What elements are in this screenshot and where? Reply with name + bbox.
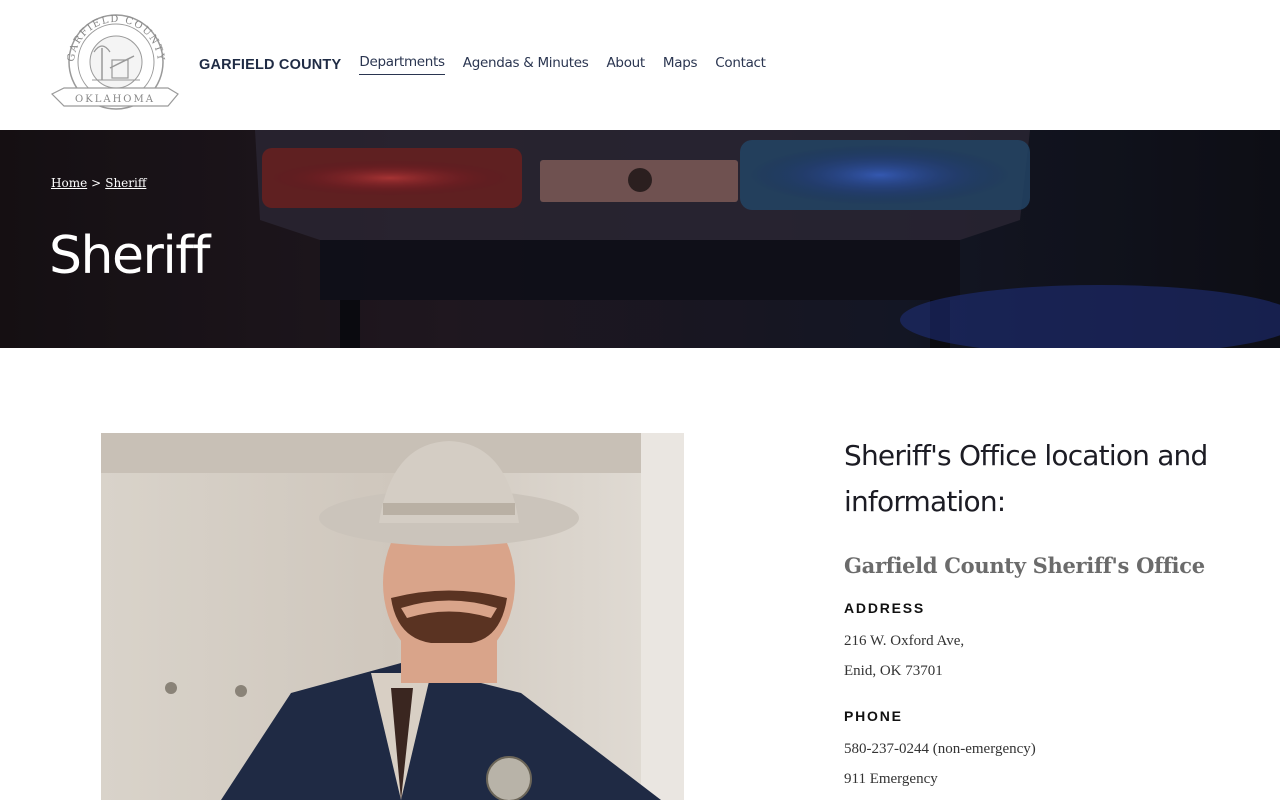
nav-departments[interactable]: Departments — [359, 54, 445, 75]
nav-maps[interactable]: Maps — [663, 55, 698, 75]
seal-bottom-text: OKLAHOMA — [75, 94, 155, 105]
office-name: Garfield County Sheriff's Office — [844, 553, 1205, 578]
nav-agendas-minutes[interactable]: Agendas & Minutes — [463, 55, 589, 75]
phone-emergency[interactable]: 911 Emergency — [844, 764, 1244, 794]
phone-label: PHONE — [844, 708, 903, 724]
nav-about[interactable]: About — [607, 55, 646, 75]
hero-banner: Home > Sheriff Sheriff — [0, 130, 1280, 348]
nav-contact[interactable]: Contact — [715, 55, 766, 75]
info-heading: Sheriff's Office location and informatio… — [844, 439, 1208, 518]
address-label: ADDRESS — [844, 600, 926, 616]
site-header: GARFIELD COUNTY OKLAHOMA GARFIELD COUNTY… — [0, 0, 1280, 130]
breadcrumb-current-link[interactable]: Sheriff — [105, 176, 146, 190]
main-nav: GARFIELD COUNTY Departments Agendas & Mi… — [199, 54, 784, 75]
sheriff-portrait-image — [101, 433, 684, 800]
page-title: Sheriff — [49, 226, 210, 286]
breadcrumb-home-link[interactable]: Home — [51, 176, 87, 190]
county-seal-icon[interactable]: GARFIELD COUNTY OKLAHOMA — [50, 12, 180, 118]
breadcrumb: Home > Sheriff — [51, 176, 146, 190]
address-line-2: Enid, OK 73701 — [844, 663, 943, 679]
office-info-panel: Sheriff's Office location and informatio… — [844, 433, 1244, 794]
breadcrumb-separator: > — [91, 176, 102, 190]
address-line-1: 216 W. Oxford Ave, — [844, 633, 965, 649]
phone-non-emergency[interactable]: 580-237-0244 (non-emergency) — [844, 734, 1244, 764]
brand-link[interactable]: GARFIELD COUNTY — [199, 57, 341, 73]
